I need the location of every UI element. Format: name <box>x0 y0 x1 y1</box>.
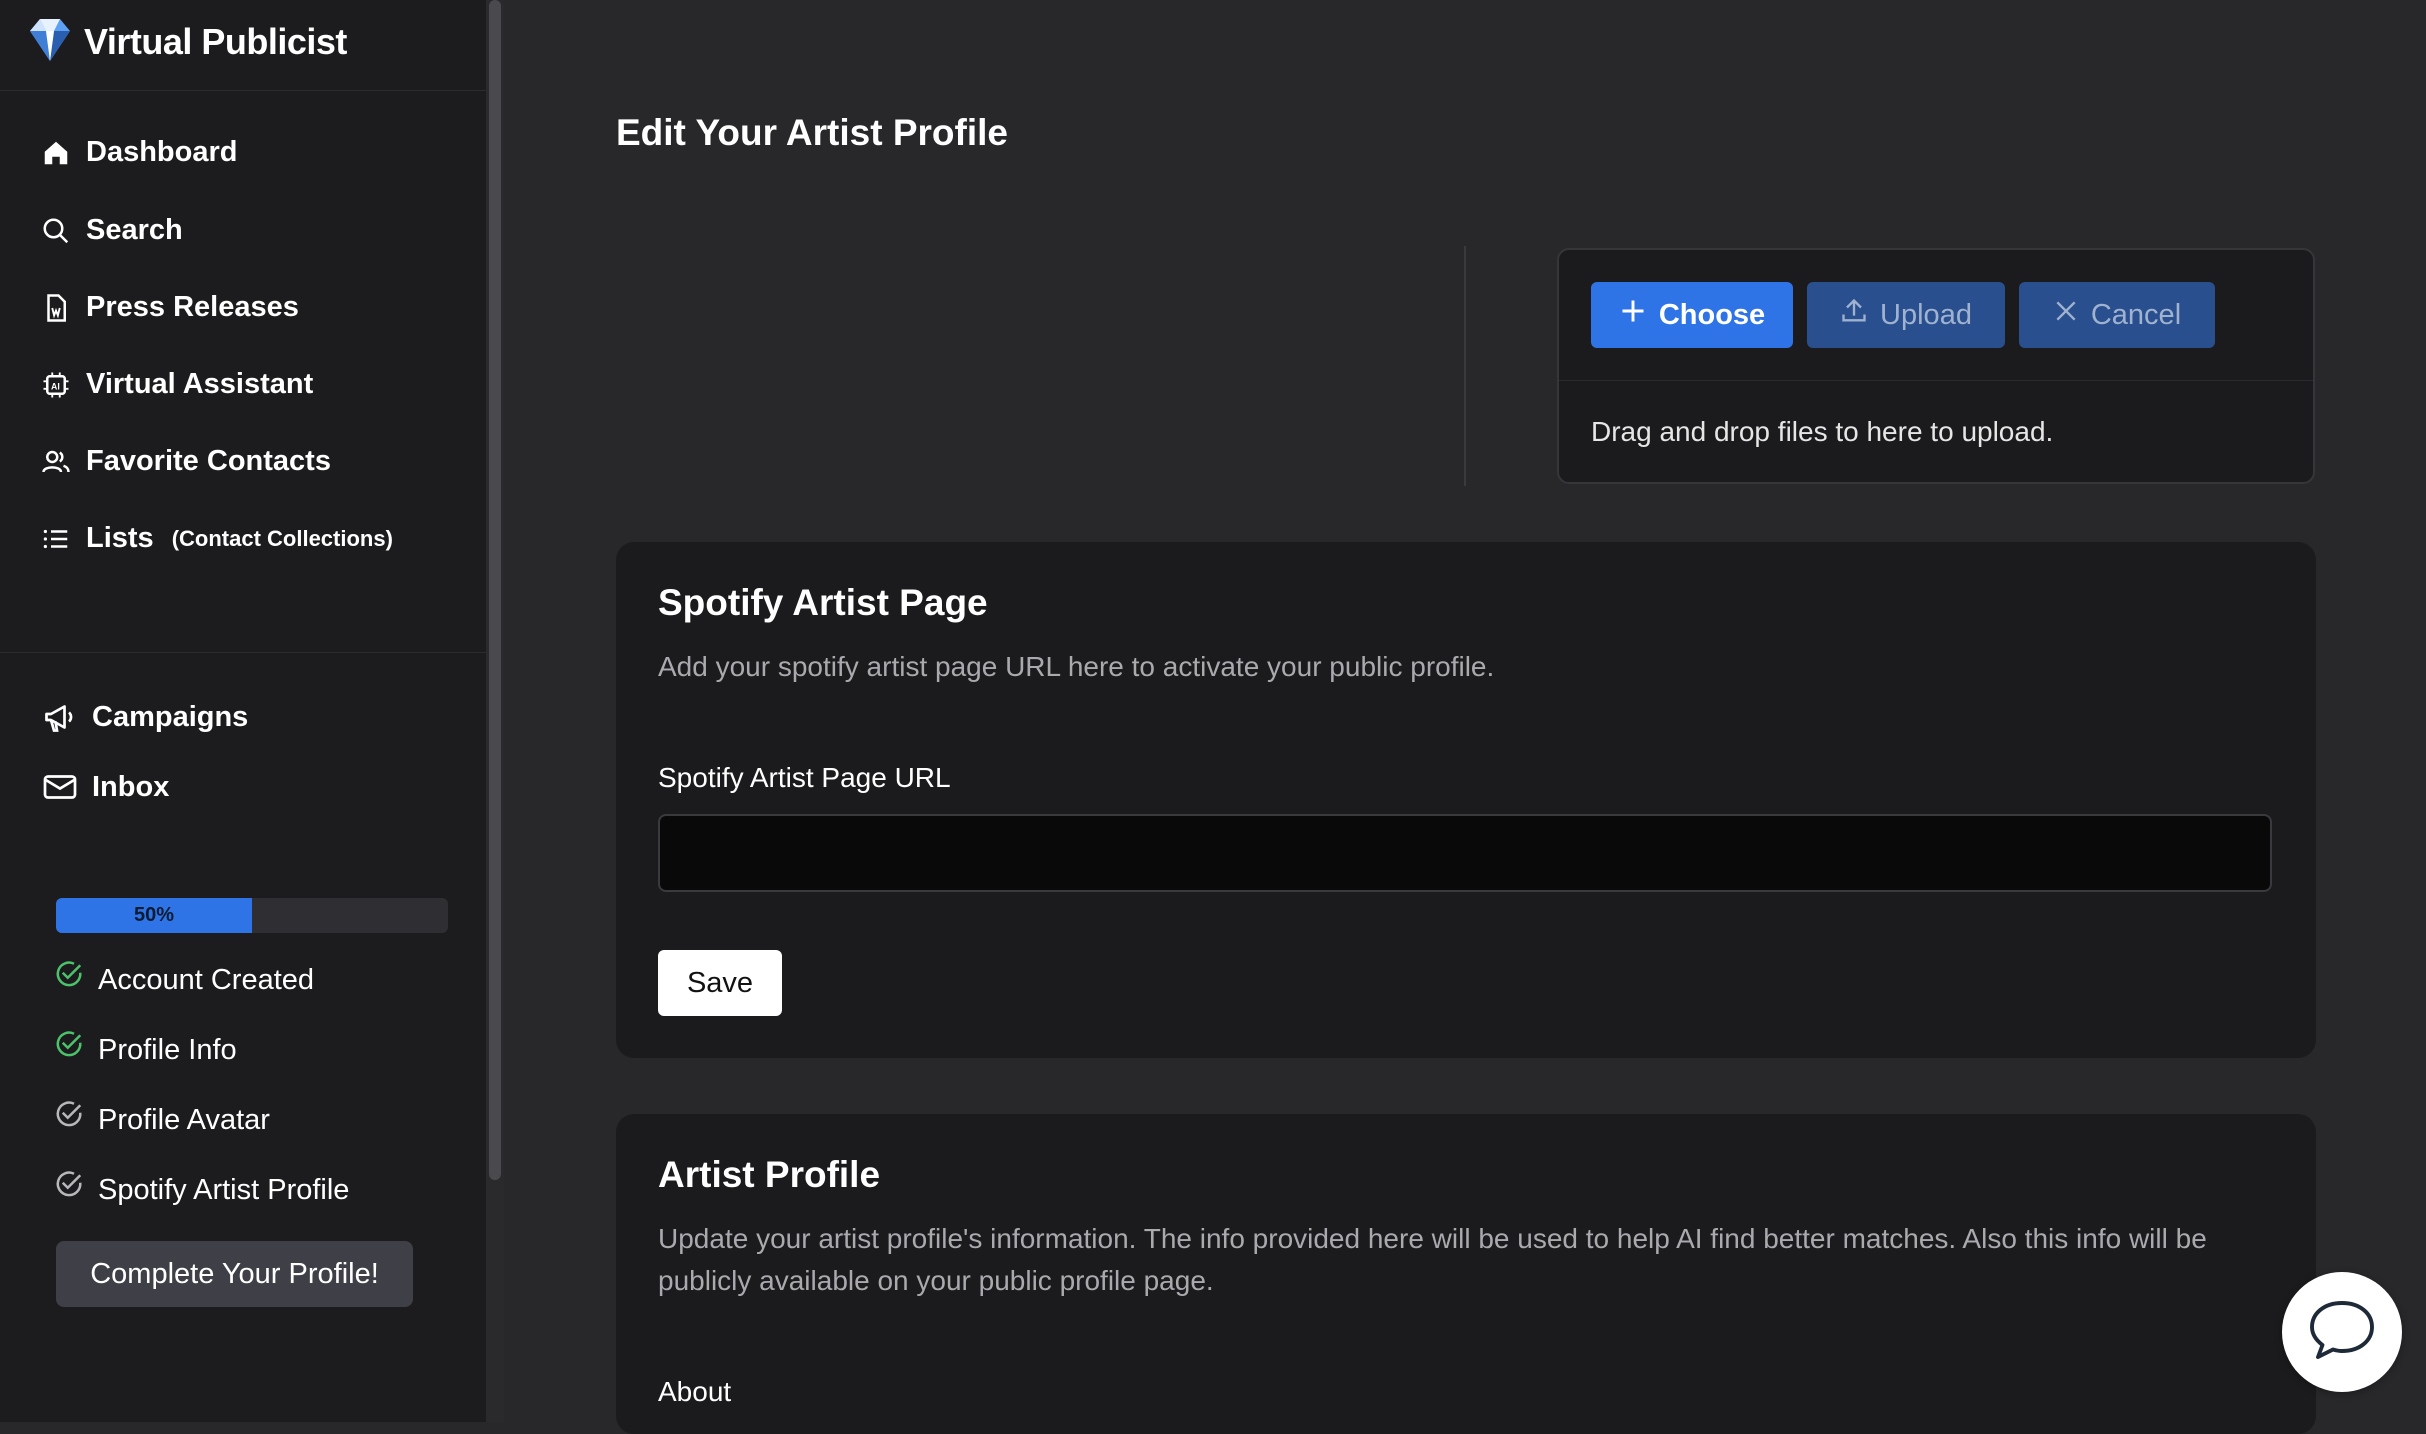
nav-label: Favorite Contacts <box>86 445 331 477</box>
checklist-label: Account Created <box>98 964 315 996</box>
check-circle-icon <box>54 959 84 989</box>
search-icon <box>40 215 72 247</box>
megaphone-icon <box>42 699 78 735</box>
checklist-item: Profile Info <box>54 1030 237 1067</box>
nav-label: Search <box>86 214 183 246</box>
nav-label: Press Releases <box>86 291 299 323</box>
nav-search[interactable]: Search <box>40 214 183 247</box>
upload-label: Upload <box>1880 298 1972 331</box>
save-button[interactable]: Save <box>658 950 782 1016</box>
spotify-card: Spotify Artist Page Add your spotify art… <box>616 542 2316 1058</box>
card-title: Spotify Artist Page <box>658 582 988 623</box>
cancel-button[interactable]: Cancel <box>2019 282 2215 348</box>
nav-lists[interactable]: Lists (Contact Collections) <box>40 522 393 555</box>
nav-press-releases[interactable]: Press Releases <box>40 291 299 324</box>
nav-campaigns[interactable]: Campaigns <box>42 699 248 735</box>
upload-button[interactable]: Upload <box>1807 282 2005 348</box>
checklist-item: Profile Avatar <box>54 1100 270 1137</box>
svg-text:AI: AI <box>51 381 60 391</box>
progress-fill: 50% <box>56 898 252 933</box>
sidebar-scrollbar[interactable] <box>486 0 504 1422</box>
page-title: Edit Your Artist Profile <box>616 112 1008 153</box>
check-circle-icon <box>54 1029 84 1059</box>
users-icon <box>40 446 72 478</box>
nav-dashboard[interactable]: Dashboard <box>40 136 237 169</box>
about-label: About <box>658 1376 732 1407</box>
checklist-item: Spotify Artist Profile <box>54 1170 350 1207</box>
spotify-url-input[interactable] <box>658 814 2272 892</box>
mail-icon <box>42 769 78 805</box>
diamond-logo-icon <box>26 17 74 68</box>
chat-bubble-icon <box>2306 1297 2378 1368</box>
profile-progress-bar: 50% <box>56 898 448 933</box>
nav-label: Dashboard <box>86 136 238 168</box>
cancel-label: Cancel <box>2090 298 2182 331</box>
nav-sublabel: (Contact Collections) <box>171 525 393 551</box>
checklist-label: Profile Info <box>98 1034 237 1066</box>
document-icon <box>40 292 72 324</box>
chat-button[interactable] <box>2282 1272 2402 1392</box>
card-description: Add your spotify artist page URL here to… <box>658 651 1495 682</box>
nav-label: Campaigns <box>92 700 249 733</box>
choose-button[interactable]: Choose <box>1591 282 1793 348</box>
nav-label: Lists <box>86 522 154 554</box>
checklist-label: Profile Avatar <box>98 1104 270 1136</box>
nav-inbox[interactable]: Inbox <box>42 769 169 805</box>
nav-favorite-contacts[interactable]: Favorite Contacts <box>40 445 331 478</box>
card-title: Artist Profile <box>658 1154 881 1195</box>
app-name: Virtual Publicist <box>84 21 347 62</box>
divider <box>0 652 486 653</box>
upload-hint: Drag and drop files to here to upload. <box>1591 416 2054 447</box>
artist-profile-card: Artist Profile Update your artist profil… <box>616 1114 2316 1434</box>
check-circle-icon <box>54 1099 84 1129</box>
divider <box>1464 246 1466 486</box>
choose-label: Choose <box>1658 298 1766 331</box>
card-description: Update your artist profile's information… <box>658 1223 2207 1296</box>
check-circle-icon <box>54 1169 84 1199</box>
nav-label: Inbox <box>92 770 170 803</box>
upload-toolbar: Choose Upload Cancel <box>1559 250 2313 381</box>
nav-virtual-assistant[interactable]: AI Virtual Assistant <box>40 368 313 401</box>
list-icon <box>40 523 72 555</box>
ai-chip-icon: AI <box>40 369 72 401</box>
home-icon <box>40 137 72 169</box>
plus-icon <box>1619 297 1647 333</box>
upload-icon <box>1840 297 1868 333</box>
checklist-label: Spotify Artist Profile <box>98 1174 350 1206</box>
divider <box>0 90 486 91</box>
app-logo[interactable]: Virtual Publicist <box>26 18 347 66</box>
nav-label: Virtual Assistant <box>86 368 314 400</box>
checklist-item: Account Created <box>54 960 315 997</box>
file-upload[interactable]: Choose Upload Cancel Drag and drop files… <box>1557 248 2315 484</box>
spotify-url-label: Spotify Artist Page URL <box>658 762 951 793</box>
complete-profile-button[interactable]: Complete Your Profile! <box>56 1241 413 1307</box>
close-icon <box>2053 298 2079 332</box>
scrollbar-thumb[interactable] <box>489 0 501 1180</box>
sidebar: Virtual Publicist Dashboard Search Press… <box>0 0 487 1422</box>
